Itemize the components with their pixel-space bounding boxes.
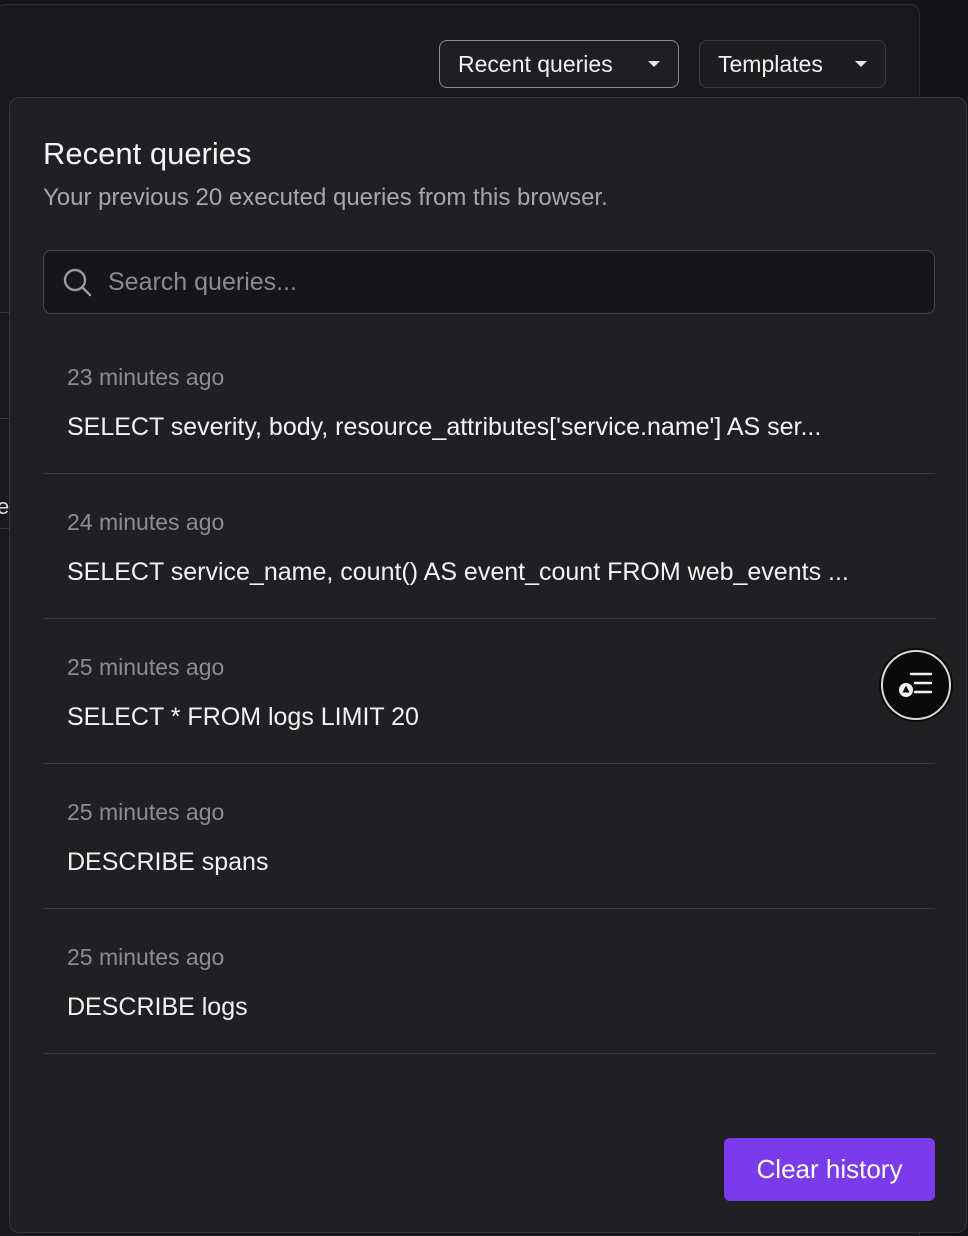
query-timestamp: 25 minutes ago	[67, 799, 225, 825]
query-text: SELECT service_name, count() AS event_co…	[67, 558, 849, 586]
popover-title: Recent queries	[43, 136, 252, 171]
recent-queries-dropdown-button[interactable]: Recent queries	[439, 40, 679, 88]
recent-queries-label: Recent queries	[458, 50, 613, 77]
query-history-item[interactable]: 25 minutes ago DESCRIBE spans	[43, 764, 935, 909]
query-timestamp: 24 minutes ago	[67, 509, 225, 535]
app-stage: e Recent queries Templates Recent querie…	[0, 0, 968, 1236]
caret-down-icon	[855, 61, 867, 67]
query-text: SELECT * FROM logs LIMIT 20	[67, 703, 419, 731]
search-input[interactable]	[108, 251, 934, 313]
query-timestamp: 25 minutes ago	[67, 654, 225, 680]
templates-label: Templates	[718, 50, 823, 77]
clear-history-button[interactable]: Clear history	[724, 1138, 935, 1201]
floating-action-button[interactable]	[881, 650, 951, 720]
background-divider	[0, 312, 9, 313]
query-text: DESCRIBE spans	[67, 848, 269, 876]
search-icon	[63, 268, 92, 297]
query-history-item[interactable]: 25 minutes ago DESCRIBE logs	[43, 909, 935, 1054]
list-filter-icon	[899, 672, 933, 697]
search-box[interactable]	[43, 250, 935, 314]
query-text: SELECT severity, body, resource_attribut…	[67, 413, 822, 441]
popover-subtitle: Your previous 20 executed queries from t…	[43, 184, 608, 211]
recent-queries-popover: Recent queries Your previous 20 executed…	[9, 97, 967, 1233]
background-edge-text: e	[0, 494, 10, 519]
query-timestamp: 25 minutes ago	[67, 944, 225, 970]
background-divider	[0, 528, 9, 529]
background-divider	[0, 418, 9, 419]
query-text: DESCRIBE logs	[67, 993, 248, 1021]
query-history-item[interactable]: 25 minutes ago SELECT * FROM logs LIMIT …	[43, 619, 935, 764]
query-history-item[interactable]: 24 minutes ago SELECT service_name, coun…	[43, 474, 935, 619]
templates-dropdown-button[interactable]: Templates	[699, 40, 886, 88]
caret-down-icon	[648, 61, 660, 67]
query-timestamp: 23 minutes ago	[67, 364, 225, 390]
query-history-item[interactable]: 23 minutes ago SELECT severity, body, re…	[43, 329, 935, 474]
query-history-list: 23 minutes ago SELECT severity, body, re…	[43, 329, 935, 1054]
